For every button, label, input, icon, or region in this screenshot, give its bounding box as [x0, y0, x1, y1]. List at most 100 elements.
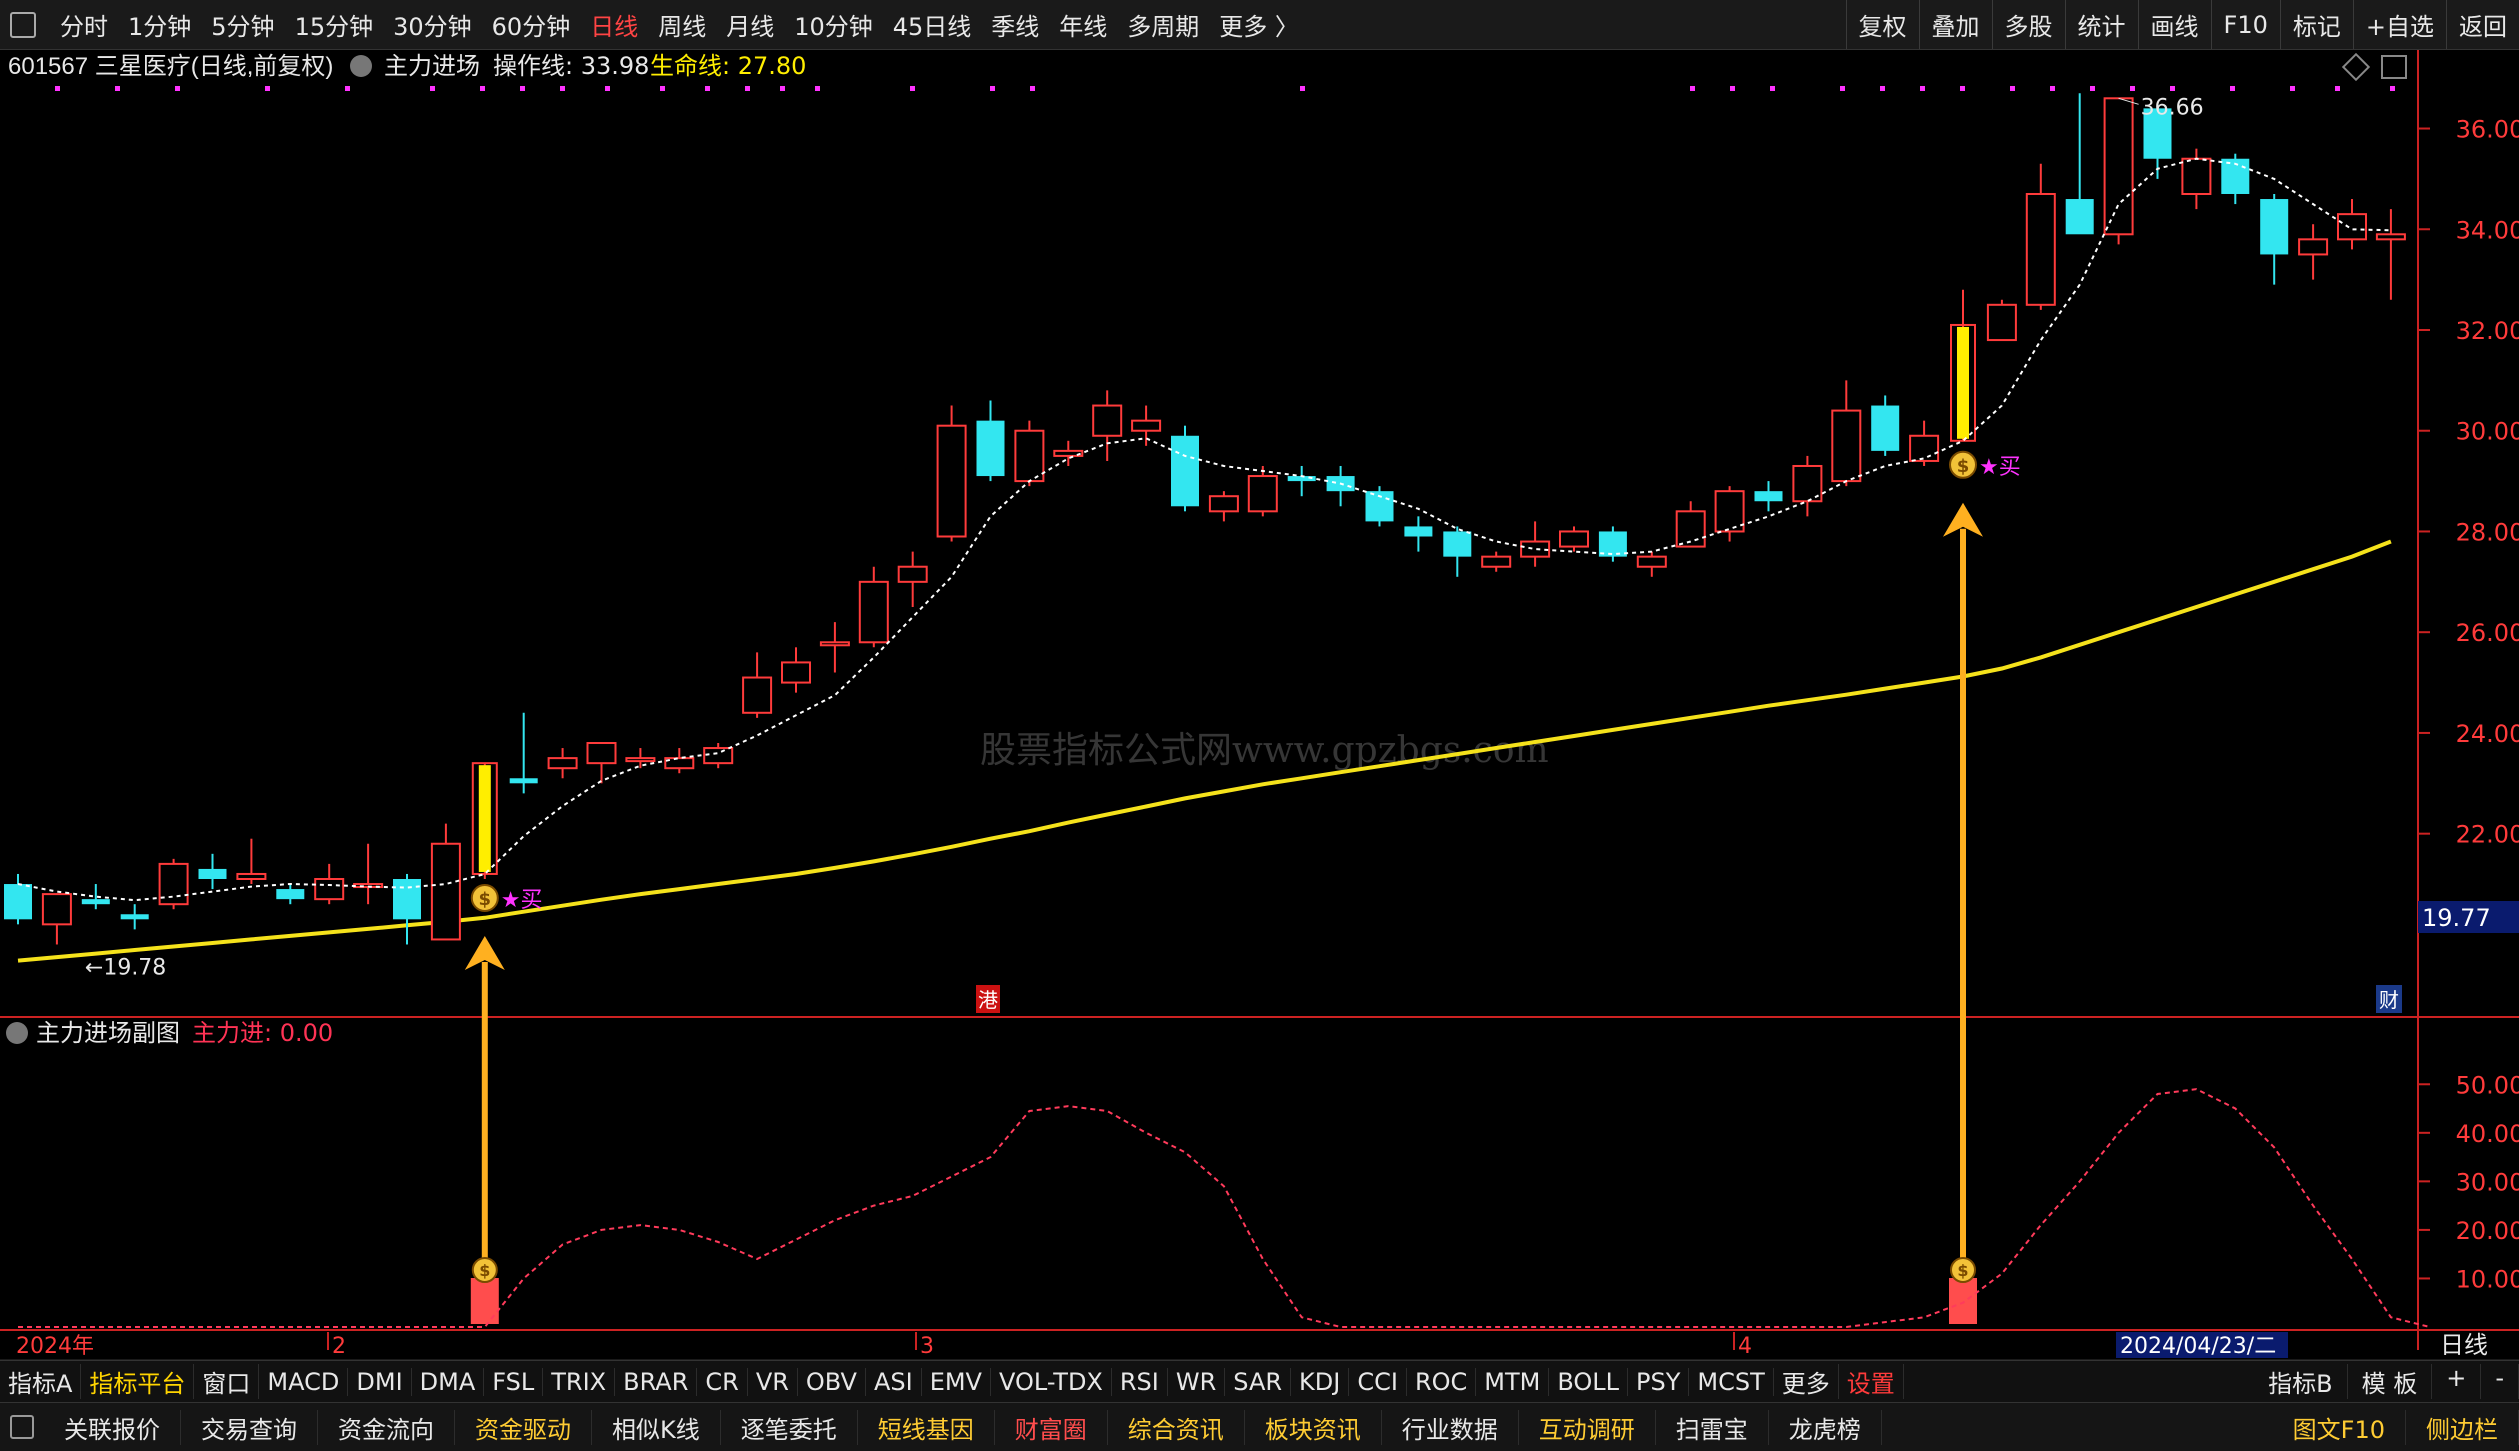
indicator-tab-19[interactable]: CCI [1349, 1367, 1407, 1396]
top-button-1[interactable]: 叠加 [1918, 0, 1992, 49]
period-tab-1[interactable]: 1分钟 [118, 7, 201, 42]
candle-body-31 [1208, 495, 1239, 513]
panel-toggle-icon[interactable] [10, 1415, 34, 1439]
top-button-2[interactable]: 多股 [1991, 0, 2065, 49]
indicator-tab-16[interactable]: WR [1168, 1367, 1226, 1396]
signal-bar-12 [478, 765, 491, 872]
indicator-tab-17[interactable]: SAR [1225, 1367, 1292, 1396]
period-tab-2[interactable]: 5分钟 [201, 7, 284, 42]
indicator-tab-6[interactable]: FSL [484, 1367, 544, 1396]
period-tab-12[interactable]: 年线 [1049, 7, 1117, 42]
candle-body-28 [1092, 404, 1123, 437]
indicator-right-tab-1[interactable]: 模 板 [2348, 1364, 2433, 1399]
period-tab-14[interactable]: 更多 〉 [1209, 7, 1309, 42]
indicator-tab-25[interactable]: 更多 [1774, 1364, 1839, 1399]
money-bag-symbol-1: $ [1957, 456, 1970, 477]
function-buttons-bar: 关联报价 交易查询 资金流向 资金驱动 相似K线 逐笔委托 短线基因 财富圈 综合资讯 板块资讯行… [0, 1402, 2519, 1451]
candle-body-1 [41, 893, 72, 926]
indicator-right-tab-2[interactable]: + [2432, 1364, 2482, 1399]
period-tab-13[interactable]: 多周期 [1117, 7, 1209, 42]
top-button-0[interactable]: 复权 [1845, 0, 1919, 49]
function-button-1[interactable]: 交易查询 [181, 1409, 318, 1445]
indicator-tab-7[interactable]: TRIX [543, 1367, 616, 1396]
period-tab-6[interactable]: 日线 [580, 7, 648, 42]
period-tab-10[interactable]: 45日线 [883, 7, 982, 42]
candle-body-25 [976, 420, 1005, 477]
indicator-tab-26[interactable]: 设置 [1839, 1364, 1904, 1399]
marker-dot-7 [520, 86, 525, 91]
candle-body-21 [819, 641, 850, 647]
function-button-6[interactable]: 短线基因 [858, 1409, 995, 1445]
indicator-tab-3[interactable]: MACD [259, 1367, 349, 1396]
side-button-1[interactable]: 侧边栏 [2406, 1409, 2519, 1445]
sub-title: 主力进场副图 [36, 1019, 180, 1047]
top-button-8[interactable]: 返回 [2446, 0, 2519, 49]
sub-collapse-icon [6, 1022, 28, 1044]
indicator-tab-23[interactable]: PSY [1628, 1367, 1690, 1396]
marker-dot-13 [780, 86, 785, 91]
period-tab-9[interactable]: 10分钟 [784, 7, 883, 42]
indicator-right-tab-0[interactable]: 指标B [2254, 1364, 2348, 1399]
indicator-right-tab-3[interactable]: - [2481, 1364, 2519, 1399]
indicator-tab-5[interactable]: DMA [412, 1367, 485, 1396]
top-button-3[interactable]: 统计 [2064, 0, 2138, 49]
candle-body-58 [2260, 199, 2289, 255]
indicator-tab-20[interactable]: ROC [1407, 1367, 1477, 1396]
period-tab-0[interactable]: 分时 [50, 7, 118, 42]
kline-chart[interactable]: 601567 三星医疗(日线,前复权) 主力进场 操作线: 33.98 生命线: 27… [0, 50, 2519, 1360]
indicator-tab-13[interactable]: EMV [922, 1367, 991, 1396]
function-button-12[interactable]: 扫雷宝 [1656, 1409, 1769, 1445]
indicator-tab-2[interactable]: 窗口 [194, 1364, 260, 1399]
indicator-tab-22[interactable]: BOLL [1549, 1367, 1629, 1396]
y-tick-label-2: 32.00 [2456, 317, 2519, 345]
indicator-tab-1[interactable]: 指标平台 [81, 1364, 195, 1399]
function-button-0[interactable]: 关联报价 [44, 1409, 181, 1445]
top-button-5[interactable]: F10 [2210, 0, 2280, 49]
indicator-tab-9[interactable]: CR [697, 1367, 748, 1396]
marker-dot-17 [1030, 86, 1035, 91]
stock-label: 601567 三星医疗(日线,前复权) [8, 53, 333, 80]
indicator-tab-8[interactable]: BRAR [615, 1367, 698, 1396]
indicator-tab-12[interactable]: ASI [866, 1367, 922, 1396]
sub-money-bag-symbol-1: $ [1957, 1261, 1968, 1280]
period-tab-11[interactable]: 季线 [981, 7, 1049, 42]
indicator-tab-15[interactable]: RSI [1112, 1367, 1168, 1396]
function-button-4[interactable]: 相似K线 [592, 1409, 721, 1445]
indicator-tab-24[interactable]: MCST [1689, 1367, 1774, 1396]
candle-body-36 [1404, 526, 1433, 537]
marker-dot-28 [2090, 86, 2095, 91]
function-button-3[interactable]: 资金驱动 [455, 1409, 592, 1445]
top-button-6[interactable]: 标记 [2279, 0, 2353, 49]
indicator-tab-11[interactable]: OBV [798, 1367, 866, 1396]
period-tab-7[interactable]: 周线 [648, 7, 716, 42]
badge-cai: 财 [2379, 988, 2399, 1012]
sub-y-tick-label-2: 30.00 [2456, 1168, 2519, 1196]
function-button-13[interactable]: 龙虎榜 [1769, 1409, 1882, 1445]
period-tab-5[interactable]: 60分钟 [482, 7, 581, 42]
indicator-tab-4[interactable]: DMI [348, 1367, 412, 1396]
side-button-0[interactable]: 图文F10 [2273, 1409, 2406, 1445]
function-button-11[interactable]: 互动调研 [1519, 1409, 1656, 1445]
top-button-7[interactable]: +自选 [2352, 0, 2446, 49]
window-menu-icon[interactable] [10, 11, 36, 38]
indicator-tab-0[interactable]: 指标A [0, 1364, 82, 1399]
function-button-7[interactable]: 财富圈 [995, 1409, 1108, 1445]
indicator-tab-10[interactable]: VR [748, 1367, 798, 1396]
function-button-10[interactable]: 行业数据 [1382, 1409, 1519, 1445]
period-tab-8[interactable]: 月线 [716, 7, 784, 42]
period-tab-4[interactable]: 30分钟 [383, 7, 482, 42]
function-button-8[interactable]: 综合资讯 [1108, 1409, 1245, 1445]
function-button-9[interactable]: 板块资讯 [1245, 1409, 1382, 1445]
indicator-tab-18[interactable]: KDJ [1291, 1367, 1350, 1396]
candle-body-0 [4, 884, 32, 920]
top-button-4[interactable]: 画线 [2137, 0, 2211, 49]
marker-dot-9 [605, 86, 610, 91]
candle-body-10 [393, 879, 421, 920]
function-button-5[interactable]: 逐笔委托 [721, 1409, 858, 1445]
indicator-tab-21[interactable]: MTM [1476, 1367, 1550, 1396]
y-tick-label-7: 22.00 [2456, 821, 2519, 849]
function-button-2[interactable]: 资金流向 [318, 1409, 455, 1445]
period-tab-3[interactable]: 15分钟 [285, 7, 384, 42]
indicator-tab-14[interactable]: VOL-TDX [991, 1367, 1112, 1396]
sub-y-tick-label-1: 40.00 [2456, 1120, 2519, 1148]
